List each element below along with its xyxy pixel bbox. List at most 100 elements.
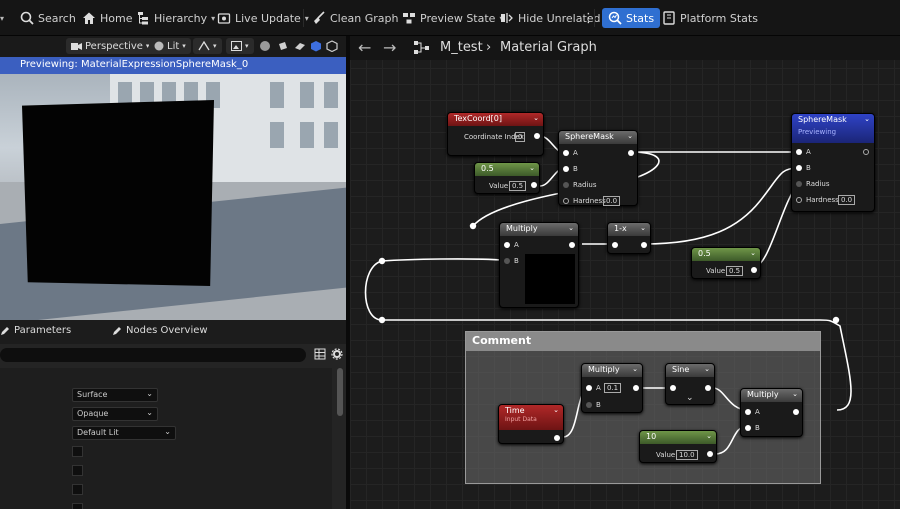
hierarchy-button[interactable]: Hierarchy ▾ — [136, 8, 215, 28]
preview-state-button[interactable]: Preview State▾ — [402, 8, 503, 28]
details-scrollbar[interactable] — [337, 368, 343, 416]
sine-output-pin[interactable] — [705, 385, 711, 391]
multiply-c-output-pin[interactable] — [793, 409, 799, 415]
spheremask-a-hardness-value[interactable]: 0.0 — [603, 196, 621, 206]
clean-graph-button[interactable]: Clean Graph — [312, 8, 398, 28]
multiply-a-label-a: A — [514, 241, 519, 249]
sine-expand-icon[interactable]: ⌄ — [686, 393, 694, 403]
spheremask-b-pin-a[interactable] — [796, 149, 802, 155]
node-collapse-icon[interactable]: ⌄ — [568, 224, 574, 232]
node-texcoord-header: TexCoord[0] ⌄ — [448, 113, 543, 126]
live-update-button[interactable]: Live Update ▾ — [217, 8, 309, 28]
node-collapse-icon[interactable]: ⌄ — [750, 249, 756, 257]
spheremask-a-pin-hardness[interactable] — [563, 198, 569, 204]
texcoord-param-value[interactable]: 0 — [515, 132, 526, 142]
constant-b-param-value[interactable]: 0.5 — [726, 266, 744, 276]
tab-nodes-overview[interactable]: Nodes Overview — [112, 325, 208, 336]
constant-c-param-value[interactable]: 10.0 — [676, 450, 698, 460]
toolbar-overflow-chevron[interactable]: ▾ — [0, 8, 4, 28]
node-multiply-a[interactable]: Multiply ⌄ A B — [499, 222, 579, 308]
spheremask-a-output-pin[interactable] — [628, 150, 634, 156]
multiply-b-pin-a[interactable] — [586, 385, 592, 391]
node-collapse-icon[interactable]: ⌄ — [640, 224, 646, 232]
node-collapse-icon[interactable]: ⌄ — [533, 114, 539, 122]
tab-parameters[interactable]: Parameters — [0, 325, 71, 336]
node-collapse-icon[interactable]: ⌄ — [864, 115, 870, 123]
node-sine[interactable]: Sine ⌄ ⌄ — [665, 363, 715, 405]
sphere-preview-icon[interactable] — [259, 40, 271, 52]
show-flags-dropdown-icon: ▾ — [213, 42, 217, 50]
table-view-icon[interactable] — [314, 348, 326, 360]
property-checkbox[interactable] — [72, 465, 83, 476]
spheremask-b-pin-radius[interactable] — [796, 181, 802, 187]
node-constant-b[interactable]: 0.5 ⌄ Value 0.5 — [691, 247, 761, 279]
spheremask-b-output-pin[interactable] — [863, 149, 869, 155]
spheremask-b-pin-hardness[interactable] — [796, 197, 802, 203]
multiply-a-pin-a[interactable] — [504, 242, 510, 248]
node-time[interactable]: Time ⌄ Input Data — [498, 404, 564, 444]
spheremask-b-hardness-value[interactable]: 0.0 — [838, 195, 856, 205]
lit-dropdown[interactable]: Lit ▾ — [149, 38, 191, 54]
cube-preview-icon[interactable] — [310, 40, 322, 52]
constant-a-param-value[interactable]: 0.5 — [509, 181, 527, 191]
node-constant-a[interactable]: 0.5 ⌄ Value 0.5 — [474, 162, 540, 194]
constant-b-output-pin[interactable] — [751, 267, 757, 273]
tab-nodes-overview-label: Nodes Overview — [126, 325, 208, 336]
node-spheremask-b[interactable]: SphereMask ⌄ Previewing A B Radius Hardne… — [791, 113, 875, 212]
one-minus-input-pin[interactable] — [612, 242, 618, 248]
custom-mesh-preview-icon[interactable] — [326, 40, 338, 52]
constant-a-output-pin[interactable] — [531, 182, 537, 188]
node-constant-c[interactable]: 10 ⌄ Value 10.0 — [639, 430, 717, 463]
gear-icon[interactable] — [331, 348, 343, 360]
shading-model-combo[interactable]: Default Lit ⌄ — [72, 426, 176, 440]
sine-input-pin[interactable] — [670, 385, 676, 391]
texcoord-output-pin[interactable] — [534, 133, 540, 139]
multiply-a-output-pin[interactable] — [569, 242, 575, 248]
node-collapse-icon[interactable]: ⌄ — [529, 164, 535, 172]
spheremask-b-pin-b[interactable] — [796, 165, 802, 171]
spheremask-a-pin-radius[interactable] — [563, 182, 569, 188]
node-multiply-c[interactable]: Multiply ⌄ A B — [740, 388, 803, 437]
node-collapse-icon[interactable]: ⌄ — [627, 132, 633, 140]
multiply-b-output-pin[interactable] — [633, 385, 639, 391]
property-checkbox[interactable] — [72, 503, 83, 509]
preview-viewport[interactable]: Perspective ▾ Lit ▾ ▾ ▾ Previewing: Materi… — [0, 36, 346, 320]
multiply-a-pin-b[interactable] — [504, 258, 510, 264]
node-texcoord[interactable]: TexCoord[0] ⌄ Coordinate Index 0 — [447, 112, 544, 156]
material-graph-canvas[interactable]: ← → M_test › Material Graph Comment TexC… — [350, 36, 900, 509]
show-flags-dropdown[interactable]: ▾ — [193, 38, 222, 54]
multiply-b-a-value[interactable]: 0.1 — [604, 383, 622, 393]
node-collapse-icon[interactable]: ⌄ — [553, 406, 559, 414]
node-multiply-a-header: Multiply ⌄ — [500, 223, 578, 236]
platform-stats-button[interactable]: Platform Stats — [662, 8, 758, 28]
spheremask-a-pin-a[interactable] — [563, 150, 569, 156]
blend-mode-combo[interactable]: Opaque ⌄ — [72, 407, 158, 421]
preview-scene[interactable] — [0, 74, 346, 320]
node-collapse-icon[interactable]: ⌄ — [704, 365, 710, 373]
multiply-b-pin-b[interactable] — [586, 402, 592, 408]
node-multiply-b[interactable]: Multiply ⌄ A 0.1 B — [581, 363, 643, 413]
multiply-c-pin-a[interactable] — [745, 409, 751, 415]
cylinder-preview-icon[interactable] — [277, 40, 289, 52]
perspective-dropdown[interactable]: Perspective ▾ — [66, 38, 155, 54]
node-collapse-icon[interactable]: ⌄ — [792, 390, 798, 398]
multiply-c-pin-b[interactable] — [745, 425, 751, 431]
property-checkbox[interactable] — [72, 484, 83, 495]
node-one-minus[interactable]: 1-x ⌄ — [607, 222, 651, 254]
one-minus-output-pin[interactable] — [641, 242, 647, 248]
plane-preview-icon[interactable] — [294, 40, 306, 52]
node-constant-b-header: 0.5 ⌄ — [692, 248, 760, 261]
node-spheremask-a[interactable]: SphereMask ⌄ A B Radius Hardness 0.0 — [558, 130, 638, 206]
details-search-input[interactable] — [0, 348, 306, 362]
time-output-pin[interactable] — [554, 435, 560, 441]
node-collapse-icon[interactable]: ⌄ — [706, 432, 712, 440]
spheremask-a-pin-b[interactable] — [563, 166, 569, 172]
constant-c-output-pin[interactable] — [707, 451, 713, 457]
stats-button[interactable]: Stats — [602, 8, 661, 28]
material-domain-combo[interactable]: Surface ⌄ — [72, 388, 158, 402]
property-checkbox[interactable] — [72, 446, 83, 457]
background-dropdown[interactable]: ▾ — [226, 38, 254, 54]
search-button[interactable]: Search — [20, 8, 76, 28]
node-collapse-icon[interactable]: ⌄ — [632, 365, 638, 373]
home-button[interactable]: Home — [82, 8, 132, 28]
